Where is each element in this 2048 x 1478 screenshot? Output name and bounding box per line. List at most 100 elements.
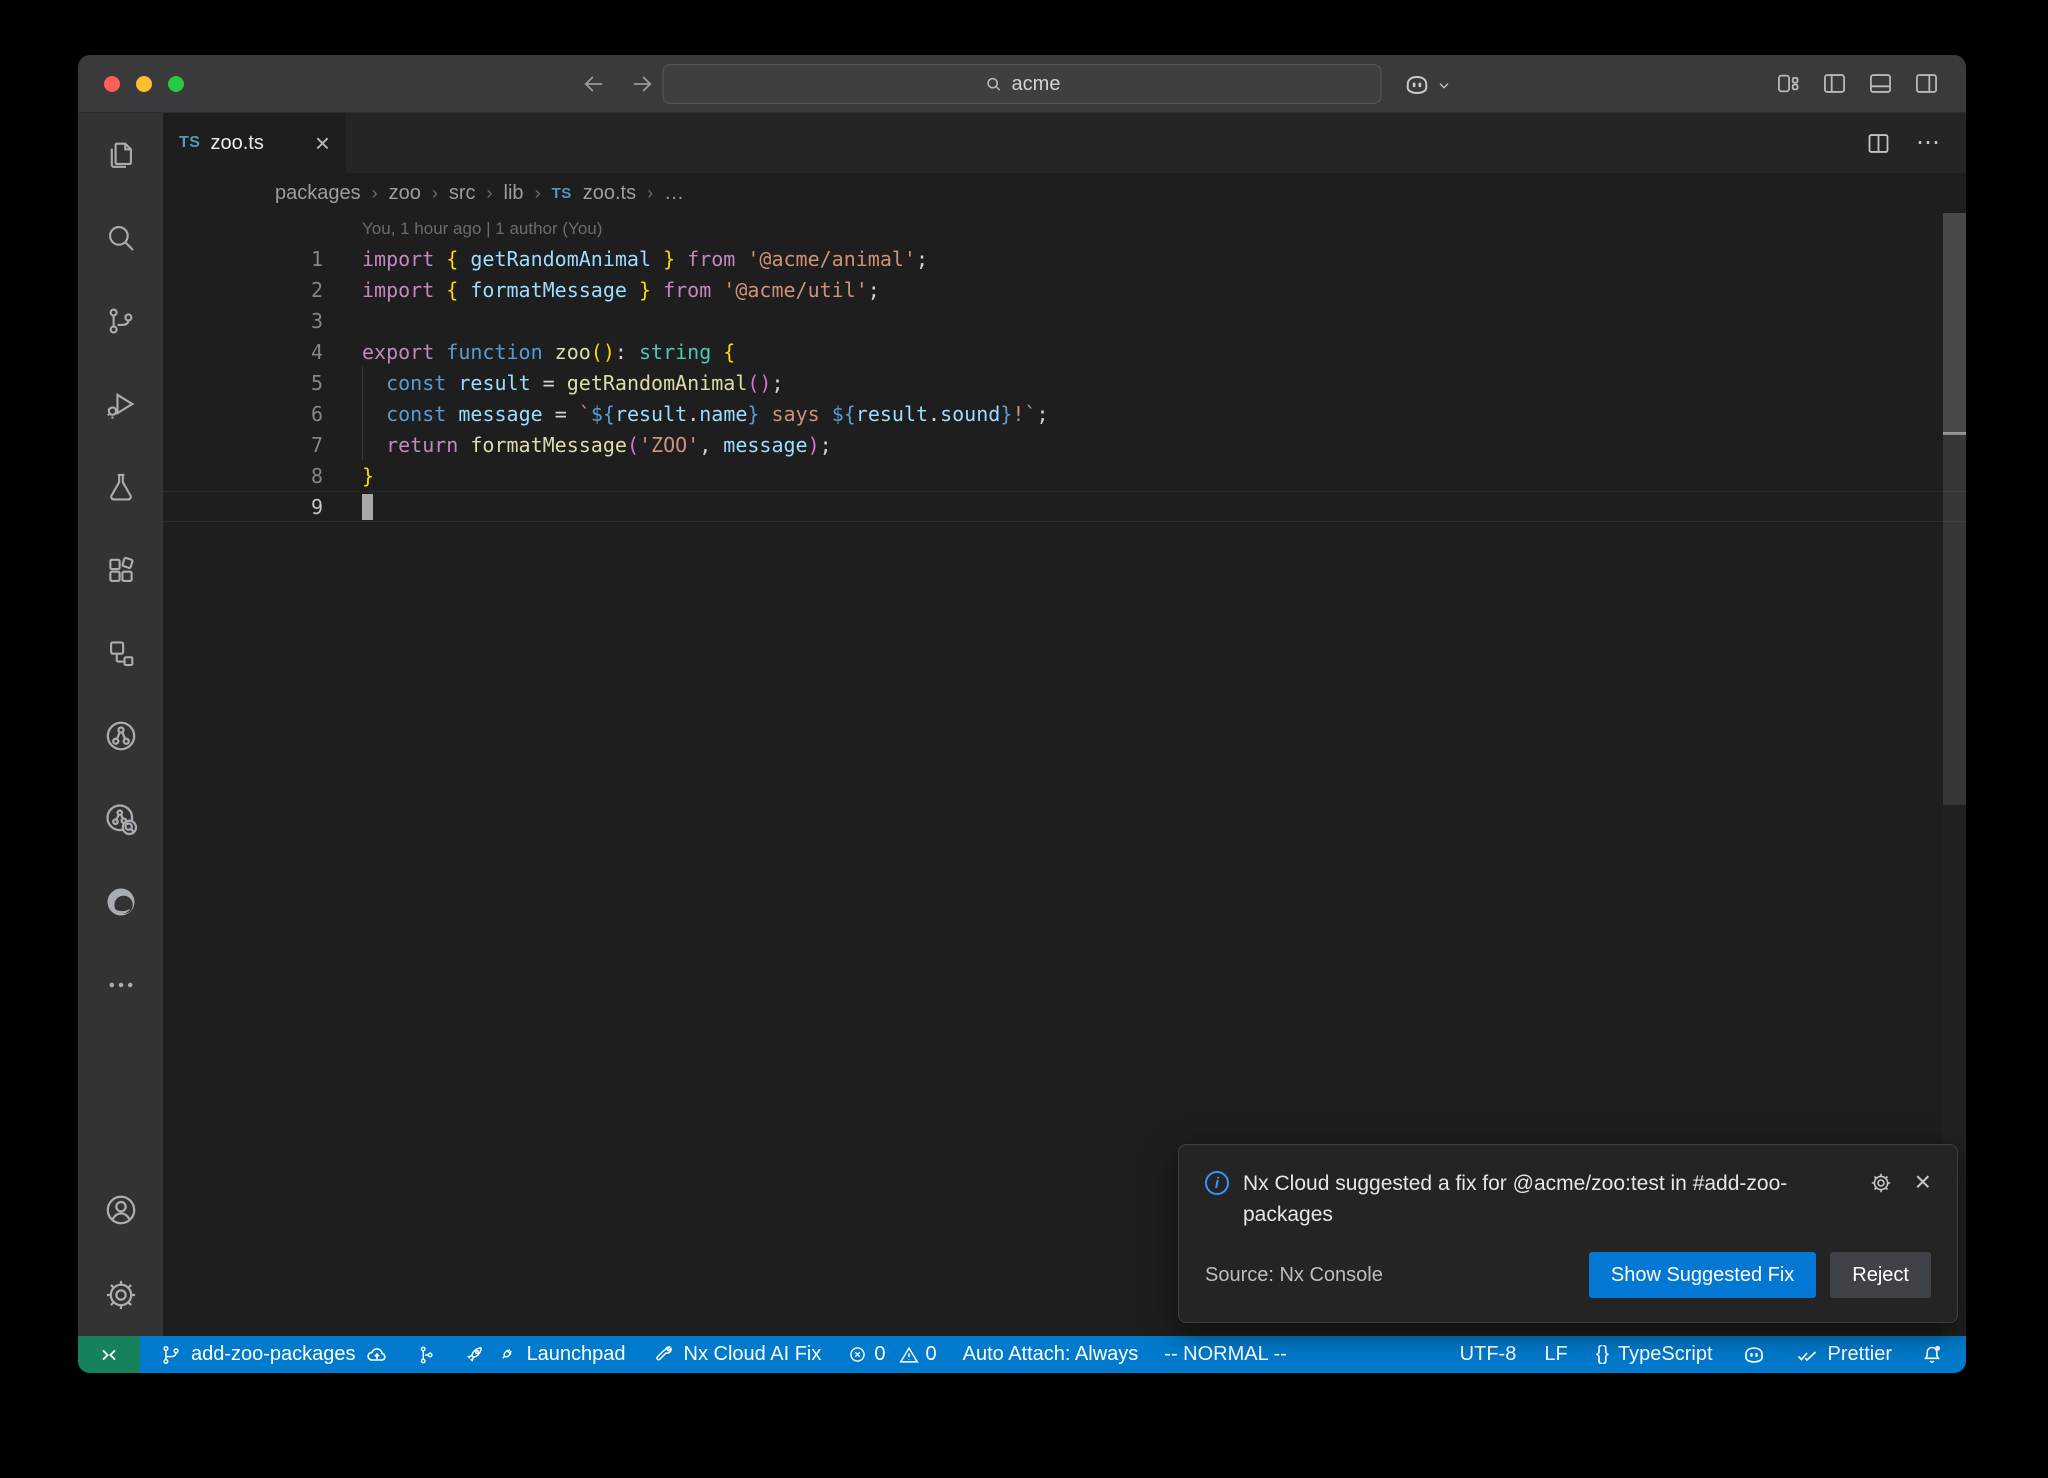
code-line[interactable]: 6 const message = `${result.name} says $… (163, 398, 1966, 429)
sidebar-item-additional-views[interactable] (78, 943, 163, 1026)
sidebar-item-accounts[interactable] (78, 1170, 163, 1253)
line-content: } (362, 464, 374, 488)
breadcrumb-item[interactable]: lib (504, 182, 524, 205)
files-icon (104, 138, 138, 172)
notification-toast: i Nx Cloud suggested a fix for @acme/zoo… (1178, 1144, 1958, 1323)
copilot-icon (1741, 1342, 1767, 1368)
vim-mode-status[interactable]: -- NORMAL -- (1164, 1343, 1287, 1366)
toggle-primary-sidebar-icon[interactable] (1821, 70, 1848, 97)
nx-cloud-ai-fix-status[interactable]: Nx Cloud AI Fix (652, 1343, 822, 1366)
back-icon[interactable] (580, 70, 608, 98)
line-number: 6 (163, 402, 362, 426)
notification-actions: × (1869, 1169, 1931, 1230)
code-line[interactable]: 5 const result = getRandomAnimal(); (163, 367, 1966, 398)
minimize-window-button[interactable] (136, 76, 152, 92)
run-debug-icon (104, 387, 138, 421)
copilot-status[interactable] (1741, 1342, 1767, 1368)
notification-message: Nx Cloud suggested a fix for @acme/zoo:t… (1243, 1169, 1818, 1230)
sidebar-item-explorer[interactable] (78, 113, 163, 196)
notifications-bell[interactable] (1920, 1343, 1944, 1367)
breadcrumb-item[interactable]: src (449, 182, 476, 205)
extensions-icon (104, 553, 138, 587)
code-line[interactable]: 8} (163, 460, 1966, 491)
info-icon: i (1205, 1171, 1229, 1195)
sidebar-item-run-debug[interactable] (78, 362, 163, 445)
code-line[interactable]: 7 return formatMessage('ZOO', message); (163, 429, 1966, 460)
reject-button[interactable]: Reject (1830, 1252, 1931, 1298)
editor-actions: ⋯ (1865, 113, 1966, 173)
breadcrumb-file[interactable]: zoo.ts (583, 182, 636, 205)
warning-icon (898, 1344, 920, 1366)
sidebar-item-edge-browser[interactable] (78, 860, 163, 943)
sidebar-item-settings[interactable] (78, 1253, 163, 1336)
notification-footer: Source: Nx Console Show Suggested Fix Re… (1205, 1252, 1931, 1298)
scrollbar-thumb[interactable] (1943, 213, 1966, 433)
typescript-file-icon: TS (179, 134, 200, 152)
notification-settings-gear-icon[interactable] (1869, 1171, 1893, 1195)
git-branch-status[interactable]: add-zoo-packages (160, 1343, 389, 1367)
code-line[interactable]: 3 (163, 305, 1966, 336)
line-content: return formatMessage('ZOO', message); (362, 433, 832, 457)
sidebar-item-testing[interactable] (78, 445, 163, 528)
source-control-graph-status[interactable] (415, 1344, 437, 1366)
bell-dot-icon (1920, 1343, 1944, 1367)
rocket-icon (463, 1343, 486, 1366)
toggle-panel-icon[interactable] (1867, 70, 1894, 97)
remote-indicator[interactable] (78, 1336, 140, 1373)
warnings-count: 0 (898, 1343, 937, 1366)
breadcrumb-item[interactable]: zoo (389, 182, 421, 205)
copilot-icon (1402, 70, 1432, 100)
sidebar-item-source-control[interactable] (78, 279, 163, 362)
sidebar-item-search[interactable] (78, 196, 163, 279)
sidebar-item-project-references[interactable] (78, 611, 163, 694)
notification-close-icon[interactable]: × (1915, 1171, 1931, 1193)
tab-bar: TS zoo.ts × ⋯ (163, 113, 1966, 173)
code-line[interactable]: 4export function zoo(): string { (163, 336, 1966, 367)
line-content: import { getRandomAnimal } from '@acme/a… (362, 247, 928, 271)
line-number: 5 (163, 371, 362, 395)
code-line[interactable]: 2import { formatMessage } from '@acme/ut… (163, 274, 1966, 305)
auto-attach-status[interactable]: Auto Attach: Always (963, 1343, 1139, 1366)
breadcrumb-more[interactable]: … (664, 182, 684, 205)
notification-buttons: Show Suggested Fix Reject (1589, 1252, 1931, 1298)
activity-bar (78, 113, 163, 1336)
tab-zoo-ts[interactable]: TS zoo.ts × (163, 113, 346, 173)
language-status[interactable]: {} TypeScript (1596, 1343, 1713, 1366)
customize-layout-icon[interactable] (1775, 70, 1802, 97)
line-content: const message = `${result.name} says ${r… (362, 402, 1049, 426)
code-line[interactable]: 9 (163, 491, 1966, 522)
show-suggested-fix-button[interactable]: Show Suggested Fix (1589, 1252, 1816, 1298)
eol-status[interactable]: LF (1544, 1343, 1567, 1366)
encoding-status[interactable]: UTF-8 (1460, 1343, 1517, 1366)
close-window-button[interactable] (104, 76, 120, 92)
chevron-down-icon (1436, 77, 1452, 93)
desktop: { "colors": { "status_bar": "#007ACC", "… (0, 0, 2048, 1478)
vscode-window: acme (78, 55, 1966, 1373)
publish-cloud-icon[interactable] (365, 1343, 389, 1367)
sidebar-item-extensions[interactable] (78, 528, 163, 611)
layout-controls (1775, 55, 1940, 112)
line-number: 4 (163, 340, 362, 364)
copilot-menu-button[interactable] (1402, 70, 1452, 100)
breadcrumb-item[interactable]: packages (275, 182, 361, 205)
nx-cloud-ai-fix-label: Nx Cloud AI Fix (684, 1343, 822, 1366)
forward-icon[interactable] (628, 70, 656, 98)
sidebar-item-nx-console[interactable] (78, 694, 163, 777)
split-editor-icon[interactable] (1865, 130, 1892, 157)
formatter-status[interactable]: Prettier (1795, 1343, 1892, 1367)
code-line[interactable]: 1import { getRandomAnimal } from '@acme/… (163, 243, 1966, 274)
close-tab-icon[interactable]: × (315, 130, 330, 156)
command-center-search[interactable]: acme (663, 64, 1382, 104)
plug-icon (495, 1343, 518, 1366)
launchpad-status[interactable]: Launchpad (463, 1343, 626, 1366)
remote-window-icon (98, 1344, 120, 1366)
sidebar-item-nx-cloud[interactable] (78, 777, 163, 860)
git-branch-label: add-zoo-packages (191, 1343, 356, 1366)
status-bar-right: UTF-8 LF {} TypeScript Prettier (1460, 1342, 1966, 1368)
toggle-secondary-sidebar-icon[interactable] (1913, 70, 1940, 97)
notification-source: Source: Nx Console (1205, 1264, 1383, 1287)
zoom-window-button[interactable] (168, 76, 184, 92)
more-actions-icon[interactable]: ⋯ (1916, 138, 1942, 148)
connected-boxes-icon (104, 636, 138, 670)
problems-status[interactable]: 0 0 (847, 1343, 936, 1366)
